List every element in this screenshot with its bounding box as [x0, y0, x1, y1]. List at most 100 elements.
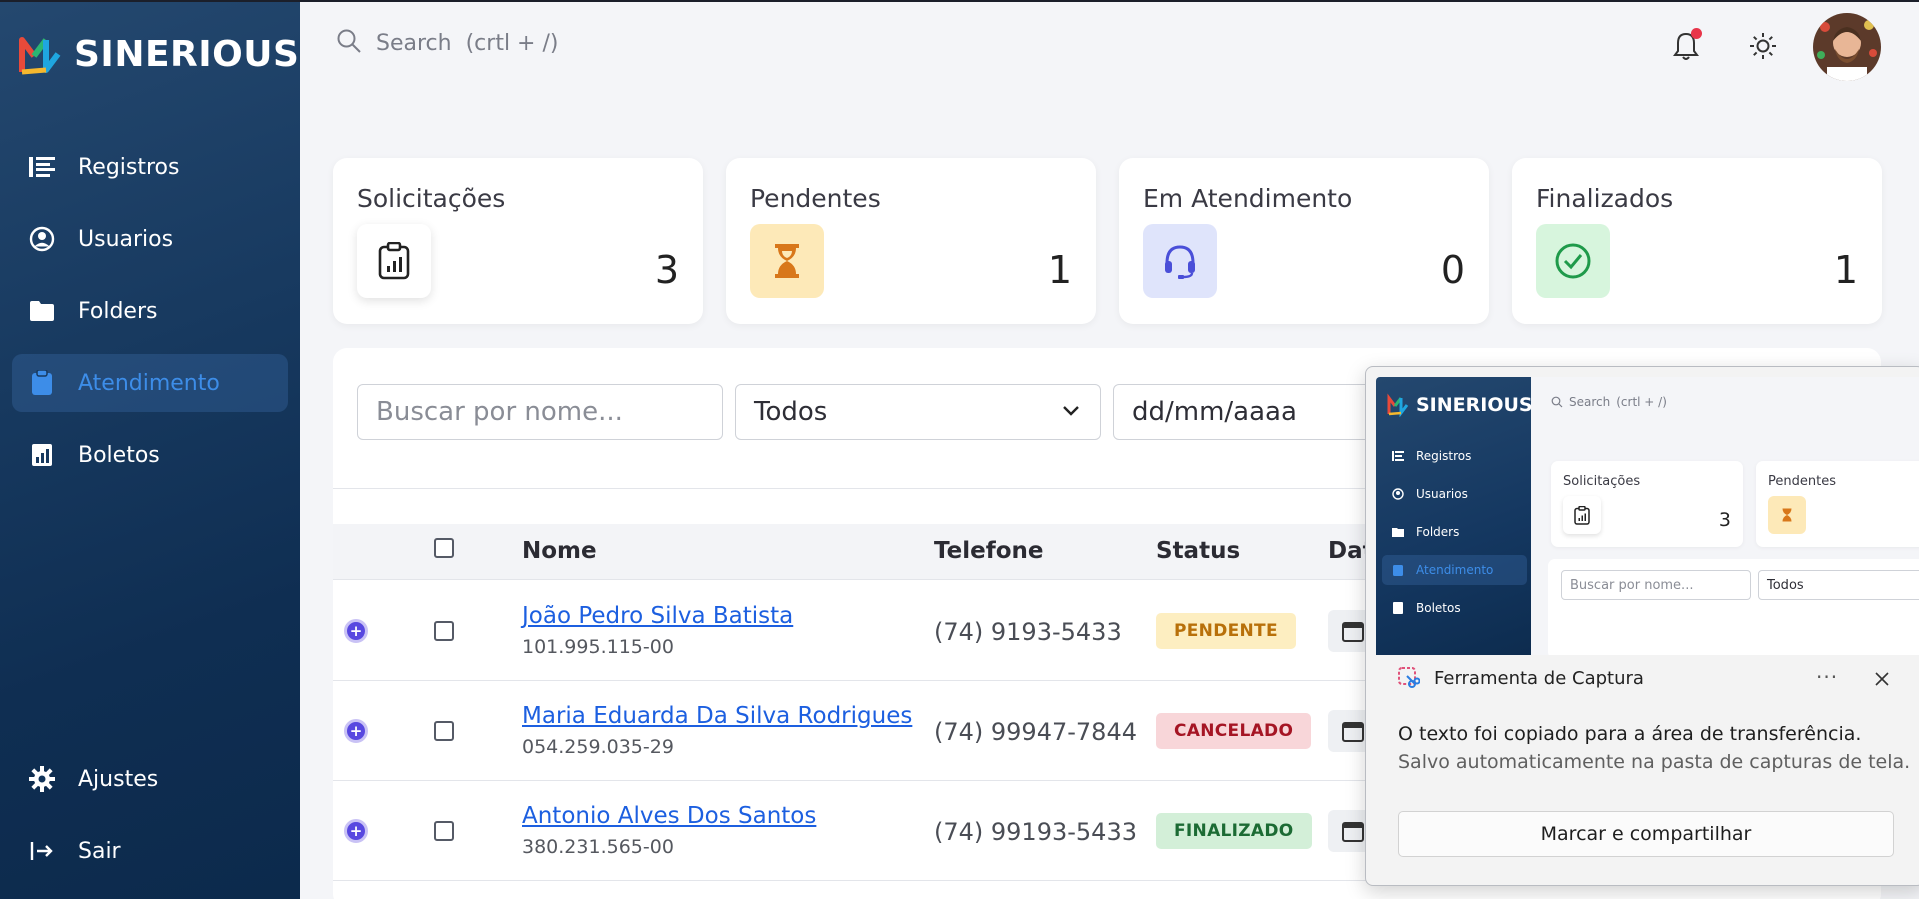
thumbnail-stat-value: 3 [1718, 509, 1731, 531]
stat-card-value: 1 [1833, 248, 1858, 292]
avatar[interactable] [1813, 13, 1881, 81]
calendar-icon [1342, 722, 1364, 742]
global-search[interactable]: Search (crtl + /) [336, 28, 558, 58]
brand[interactable]: SINERIOUS [16, 30, 299, 78]
clipboard-icon [28, 369, 56, 397]
snip-submessage: Salvo automaticamente na pasta de captur… [1398, 751, 1911, 773]
stat-card-title: Solicitações [357, 184, 506, 213]
client-phone: (74) 99193-5433 [934, 818, 1137, 846]
stat-card-em-atendimento: Em Atendimento 0 [1119, 158, 1489, 324]
thumbnail-nav-label: Boletos [1416, 601, 1461, 615]
snip-app-title: Ferramenta de Captura [1434, 667, 1644, 689]
sidebar-item-folders[interactable]: Folders [12, 282, 288, 340]
thumbnail-nav-item: Boletos [1382, 593, 1527, 623]
column-header-nome[interactable]: Nome [522, 538, 597, 564]
column-header-status[interactable]: Status [1156, 538, 1240, 564]
thumbnail-name-input: Buscar por nome... [1561, 570, 1751, 600]
thumbnail-name-placeholder: Buscar por nome... [1570, 577, 1694, 593]
name-search-input[interactable]: Buscar por nome... [357, 384, 723, 440]
theme-toggle-button[interactable] [1745, 28, 1781, 64]
brand-name: SINERIOUS [74, 33, 300, 75]
snip-header: Ferramenta de Captura [1398, 667, 1644, 689]
snip-message: O texto foi copiado para a área de trans… [1398, 723, 1862, 745]
close-button[interactable] [1870, 667, 1894, 691]
thumbnail-search-shortcut: (crtl + /) [1616, 395, 1667, 409]
stat-card-title: Em Atendimento [1143, 184, 1353, 213]
status-badge: FINALIZADO [1156, 813, 1312, 849]
logout-icon [28, 837, 56, 865]
date-input-placeholder: dd/mm/aaaa [1132, 397, 1297, 427]
chevron-down-icon [1063, 406, 1079, 416]
row-checkbox[interactable] [434, 721, 454, 741]
sidebar-item-atendimento[interactable]: Atendimento [12, 354, 288, 412]
notification-dot [1691, 28, 1702, 39]
notifications-button[interactable] [1668, 28, 1704, 64]
row-expand-button[interactable]: + [344, 819, 368, 843]
status-select-value: Todos [754, 397, 828, 427]
folder-icon [28, 297, 56, 325]
sidebar-item-usuarios[interactable]: Usuarios [12, 210, 288, 268]
row-checkbox[interactable] [434, 621, 454, 641]
clipboard-chart-icon [357, 224, 431, 298]
thumbnail-nav-item: Usuarios [1382, 479, 1527, 509]
mark-and-share-button[interactable]: Marcar e compartilhar [1398, 811, 1894, 857]
thumbnail-status-value: Todos [1767, 577, 1804, 593]
calendar-icon [1342, 822, 1364, 842]
thumbnail-nav-item: Atendimento [1382, 555, 1527, 585]
sidebar-item-label: Usuarios [78, 226, 174, 252]
window-top-border [0, 0, 1919, 2]
thumbnail-search-placeholder: Search [1569, 395, 1611, 409]
snipping-tool-notification[interactable]: SINERIOUS Registros Usuarios Folders Ate… [1365, 366, 1919, 886]
sidebar-item-sair[interactable]: Sair [12, 822, 288, 880]
status-select[interactable]: Todos [735, 384, 1101, 440]
sidebar: SINERIOUS Registros Usuarios Folders Ate… [0, 0, 300, 899]
thumbnail-nav-label: Registros [1416, 449, 1472, 463]
client-name-link[interactable]: Maria Eduarda Da Silva Rodrigues [522, 703, 912, 729]
chart-report-icon [1392, 602, 1404, 614]
client-cpf: 054.259.035-29 [522, 736, 674, 758]
more-options-button[interactable]: ··· [1816, 665, 1838, 689]
client-cpf: 101.995.115-00 [522, 636, 674, 658]
client-phone: (74) 9193-5433 [934, 618, 1122, 646]
stat-card-value: 3 [654, 248, 679, 292]
hourglass-icon [1768, 496, 1806, 534]
row-checkbox[interactable] [434, 821, 454, 841]
client-name-link[interactable]: Antonio Alves Dos Santos [522, 803, 816, 829]
select-all-checkbox[interactable] [434, 538, 454, 558]
thumbnail-nav-item: Registros [1382, 441, 1527, 471]
sidebar-item-registros[interactable]: Registros [12, 138, 288, 196]
status-badge: CANCELADO [1156, 713, 1312, 749]
thumbnail-brand: SINERIOUS [1386, 393, 1533, 417]
thumbnail-nav-label: Folders [1416, 525, 1460, 539]
sidebar-item-label: Folders [78, 298, 158, 324]
row-expand-button[interactable]: + [344, 619, 368, 643]
sidebar-item-label: Registros [78, 154, 180, 180]
client-name-link[interactable]: João Pedro Silva Batista [522, 603, 793, 629]
client-phone: (74) 99947-7844 [934, 718, 1137, 746]
sidebar-item-label: Atendimento [78, 370, 220, 396]
thumbnail-search: Search (crtl + /) [1551, 395, 1667, 409]
row-expand-button[interactable]: + [344, 719, 368, 743]
hourglass-icon [750, 224, 824, 298]
search-icon [1551, 396, 1563, 408]
clipboard-icon [1392, 564, 1404, 576]
user-circle-icon [28, 225, 56, 253]
thumbnail-nav-label: Usuarios [1416, 487, 1468, 501]
thumbnail-stat-card: Pendentes [1756, 461, 1919, 547]
sidebar-nav: Registros Usuarios Folders Atendimento B… [12, 138, 288, 498]
client-cpf: 380.231.565-00 [522, 836, 674, 858]
sidebar-bottom: Ajustes Sair [12, 750, 288, 894]
chart-report-icon [28, 441, 56, 469]
stat-card-value: 1 [1047, 248, 1072, 292]
sidebar-item-boletos[interactable]: Boletos [12, 426, 288, 484]
brand-logo-icon [1387, 393, 1409, 417]
check-circle-icon [1536, 224, 1610, 298]
sidebar-item-label: Sair [78, 838, 121, 864]
sidebar-item-ajustes[interactable]: Ajustes [12, 750, 288, 808]
app-root: SINERIOUS Registros Usuarios Folders Ate… [0, 0, 1919, 899]
stat-card-title: Finalizados [1536, 184, 1674, 213]
list-icon [1392, 450, 1404, 462]
screenshot-thumbnail[interactable]: SINERIOUS Registros Usuarios Folders Ate… [1376, 377, 1919, 655]
column-header-telefone[interactable]: Telefone [934, 538, 1044, 564]
headset-icon [1143, 224, 1217, 298]
